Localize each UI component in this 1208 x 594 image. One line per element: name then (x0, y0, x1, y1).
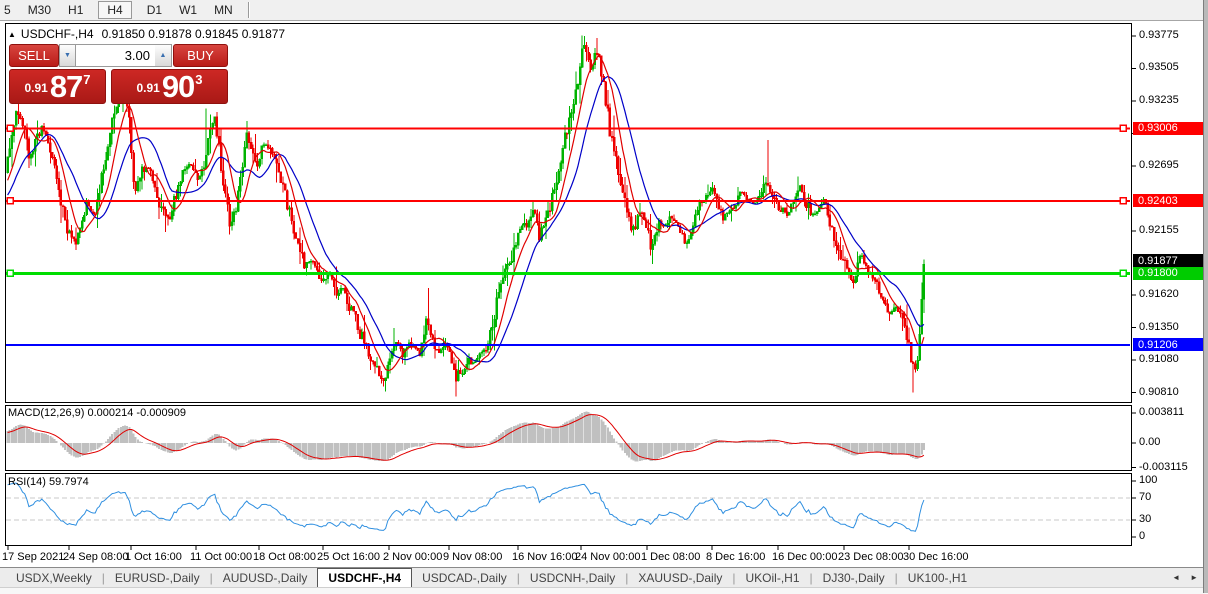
chart-symbol-label: USDCHF-,H4 (20, 27, 94, 41)
buy-price-prefix: 0.91 (136, 81, 160, 95)
rsi-pane-border (5, 473, 1132, 546)
lot-size-input[interactable]: 3.00 (76, 44, 155, 67)
level-line-0.93006 (6, 124, 1130, 133)
sell-price-pip: 7 (83, 72, 91, 87)
tab-scroll-arrows: ◄ ► (1172, 573, 1198, 582)
timeframe-button-h1[interactable]: H1 (66, 1, 85, 19)
tab-usdchf-h4[interactable]: USDCHF-,H4 (317, 568, 413, 587)
tab-scroll-right-icon[interactable]: ► (1190, 573, 1198, 582)
buy-price-big: 90 (161, 68, 195, 104)
timeframe-button-w1[interactable]: W1 (177, 1, 199, 19)
tab-dj30-daily[interactable]: DJ30-,Daily (813, 568, 895, 587)
chart-title: ▲ USDCHF-,H4 0.91850 0.91878 0.91845 0.918… (8, 27, 285, 41)
tab-ukoil-h1[interactable]: UKOil-,H1 (736, 568, 810, 587)
tab-usdcnh-daily[interactable]: USDCNH-,Daily (520, 568, 625, 587)
lot-decrease-button[interactable]: ▼ (59, 44, 76, 67)
timeframe-button-m30[interactable]: M30 (26, 1, 53, 19)
tab-scroll-left-icon[interactable]: ◄ (1172, 573, 1180, 582)
tab-eurusd-daily[interactable]: EURUSD-,Daily (105, 568, 210, 587)
window-edge-scrollbar[interactable] (1203, 0, 1208, 593)
lot-increase-button[interactable]: ▲ (155, 44, 172, 67)
chart-ohlc-values: 0.91850 0.91878 0.91845 0.91877 (101, 27, 286, 41)
chart-tab-bar: USDX,Weekly | EURUSD-,Daily | AUDUSD-,Daily U… (0, 567, 1208, 594)
tab-usdcad-daily[interactable]: USDCAD-,Daily (412, 568, 517, 587)
sell-price-prefix: 0.91 (24, 81, 48, 95)
tab-xauusd-daily[interactable]: XAUUSD-,Daily (628, 568, 732, 587)
buy-price-pip: 3 (195, 72, 203, 87)
sell-price-big: 87 (49, 68, 83, 104)
ma-slow-line (7, 75, 925, 363)
timeframe-button-mn[interactable]: MN (212, 1, 235, 19)
tab-uk100-h1[interactable]: UK100-,H1 (898, 568, 977, 587)
timeframe-button-h4[interactable]: H4 (98, 1, 132, 19)
rsi-indicator-label: RSI(14) 59.7974 (8, 476, 89, 488)
collapse-chart-icon[interactable]: ▲ (8, 30, 16, 39)
toolbar-separator (247, 2, 250, 18)
rsi-line (7, 482, 925, 532)
macd-signal-line (7, 414, 925, 461)
chart-tabs: USDX,Weekly | EURUSD-,Daily | AUDUSD-,Daily U… (0, 568, 1208, 587)
macd-indicator-label: MACD(12,26,9) 0.000214 -0.000909 (8, 407, 186, 419)
one-click-trade-panel: SELL ▼ 3.00 ▲ BUY 0.91 87 7 0.91 90 3 (9, 44, 228, 104)
timeframe-button-5[interactable]: 5 (2, 1, 13, 19)
buy-price-button[interactable]: 0.91 90 3 (111, 69, 228, 104)
timeframe-toolbar: 5 M30 H1 H4 D1 W1 MN (0, 0, 1208, 21)
timeframe-button-d1[interactable]: D1 (145, 1, 164, 19)
macd-histogram (6, 411, 925, 462)
sell-price-button[interactable]: 0.91 87 7 (9, 69, 106, 104)
level-line-0.918 (6, 269, 1130, 278)
tab-audusd-daily[interactable]: AUDUSD-,Daily (213, 568, 318, 587)
sell-button[interactable]: SELL (9, 44, 59, 67)
tab-usdx-weekly[interactable]: USDX,Weekly (6, 568, 102, 587)
buy-button[interactable]: BUY (173, 44, 228, 67)
